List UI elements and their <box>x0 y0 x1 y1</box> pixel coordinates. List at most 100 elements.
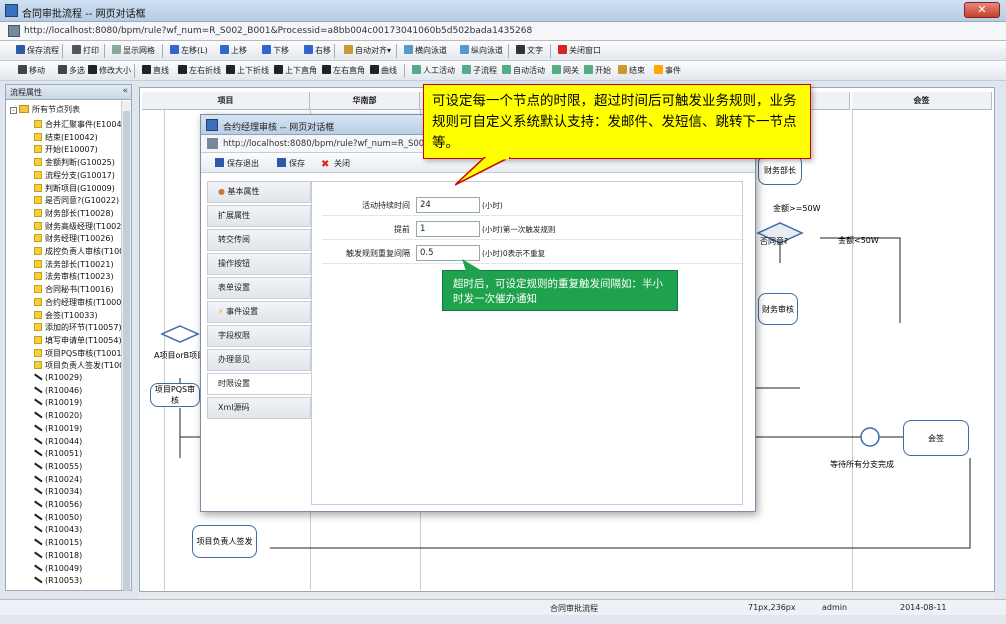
tree-node[interactable]: 会签(T10033) <box>34 310 98 321</box>
tree-node[interactable]: 添加的环节(T10057) <box>34 322 121 333</box>
merge-gateway[interactable] <box>860 427 880 447</box>
tree-scrollbar[interactable] <box>121 101 131 591</box>
expand-icon[interactable]: - <box>10 107 17 114</box>
tool-move-button[interactable]: 移动 <box>18 65 45 76</box>
box-finance-head[interactable]: 财务部长 <box>758 155 802 185</box>
dialog-tab-5[interactable]: ⚡ 事件设置 <box>207 301 311 323</box>
rule-line-icon <box>34 513 42 521</box>
tool-end-button[interactable]: 结束 <box>618 65 645 76</box>
tree-node[interactable]: 合约经理审核(T10008 <box>34 297 121 308</box>
tree-node[interactable]: (R10049) <box>34 564 82 573</box>
dialog-tab-1[interactable]: 扩展属性 <box>207 205 311 227</box>
dialog-tab-0[interactable]: ● 基本属性 <box>207 181 311 203</box>
tree-node[interactable]: (R10019) <box>34 398 82 407</box>
tool-close-window-button[interactable]: 关闭窗口 <box>558 45 601 56</box>
tree-node[interactable]: 项目负责人签发(T100 <box>34 360 121 371</box>
tree-node[interactable]: (R10046) <box>34 386 82 395</box>
window-close-button[interactable]: ✕ <box>964 2 1000 18</box>
tool-print-button[interactable]: 打印 <box>72 45 99 56</box>
tree-node[interactable]: 合并汇聚事件(E10045 <box>34 119 121 130</box>
field-input[interactable]: 1 <box>416 221 480 237</box>
box-legal-review[interactable]: 财务审核 <box>758 293 798 325</box>
close-button[interactable]: ✖ 关闭 <box>321 158 350 170</box>
tool-sub-flow-button[interactable]: 子流程 <box>462 65 497 76</box>
tool-start-button[interactable]: 开始 <box>584 65 611 76</box>
tool-ud-fold-button[interactable]: 上下折线 <box>226 65 269 76</box>
tree-node[interactable]: (R10055) <box>34 462 82 471</box>
tool-left-fold-button[interactable]: 左右折线 <box>178 65 221 76</box>
lightning-icon: ⚡ <box>218 307 227 316</box>
tool-multi-select-button[interactable]: 多选 <box>58 65 85 76</box>
tool-text-button[interactable]: 文字 <box>516 45 543 56</box>
tree-node[interactable]: 开始(E10007) <box>34 144 98 155</box>
tree-node[interactable]: (R10015) <box>34 538 82 547</box>
tree-node[interactable]: 财务部长(T10028) <box>34 208 114 219</box>
dialog-tab-9[interactable]: Xml源码 <box>207 397 311 419</box>
tool-ud-right-button[interactable]: 上下直角 <box>274 65 317 76</box>
tree-node[interactable]: 财务高级经理(T10027 <box>34 221 121 232</box>
dialog-tab-7[interactable]: 办理意见 <box>207 349 311 371</box>
tree-node[interactable]: (R10051) <box>34 449 82 458</box>
tree-node[interactable]: (R10044) <box>34 437 82 446</box>
tool-event-button[interactable]: 事件 <box>654 65 681 76</box>
tool-lr-right-button[interactable]: 左右直角 <box>322 65 365 76</box>
save-exit-button[interactable]: 保存退出 <box>215 158 259 169</box>
tree-node[interactable]: 项目PQS审核(T10010 <box>34 348 121 359</box>
tool-v-lane-button[interactable]: 纵向泳道 <box>460 45 503 56</box>
tool-show-grid-button[interactable]: 显示网格 <box>112 45 155 56</box>
tool-resize-button[interactable]: 修改大小 <box>88 65 131 76</box>
tree-node[interactable]: 金额判断(G10025) <box>34 157 115 168</box>
field-input[interactable]: 24 <box>416 197 480 213</box>
tool-move-up-button[interactable]: 上移 <box>220 45 247 56</box>
tool-auto-activity-button[interactable]: 自动活动 <box>502 65 545 76</box>
dialog-tab-8[interactable]: 时限设置 <box>207 373 311 395</box>
label-amount-lt: 金额<50W <box>838 236 879 245</box>
tree-node[interactable]: 结束(E10042) <box>34 132 98 143</box>
tree-node[interactable]: 是否同意?(G10022) <box>34 195 119 206</box>
v-lane-icon <box>460 45 469 54</box>
tree-node[interactable]: (R10024) <box>34 475 82 484</box>
dialog-tab-6[interactable]: 字段权限 <box>207 325 311 347</box>
tool-h-lane-button[interactable]: 横向泳道 <box>404 45 447 56</box>
box-project-sign[interactable]: 项目负责人签发 <box>192 525 257 558</box>
gateway-icon <box>552 65 561 74</box>
tree-node[interactable]: (R10018) <box>34 551 82 560</box>
dialog-tab-3[interactable]: 操作按钮 <box>207 253 311 275</box>
tree-node[interactable]: (R10034) <box>34 487 82 496</box>
canvas-h-scrollbar[interactable] <box>139 592 995 599</box>
tool-auto-align-button[interactable]: 自动对齐▾ <box>344 45 391 56</box>
tree-node[interactable]: 流程分支(G10017) <box>34 170 115 181</box>
tree-node[interactable]: (R10019) <box>34 424 82 433</box>
tree-node[interactable]: (R10053) <box>34 576 82 585</box>
tree-node[interactable]: (R10020) <box>34 411 82 420</box>
tree-node[interactable]: (R10056) <box>34 500 82 509</box>
save-button[interactable]: 保存 <box>277 158 305 169</box>
save-icon <box>215 158 224 167</box>
tool-manual-activity-button[interactable]: 人工活动 <box>412 65 455 76</box>
tree-root[interactable]: - 所有节点列表 <box>10 104 80 115</box>
dialog-tab-4[interactable]: 表单设置 <box>207 277 311 299</box>
tool-align-left-button[interactable]: 左移(L) <box>170 45 208 56</box>
rule-line-icon <box>34 437 42 445</box>
tree-node[interactable]: (R10050) <box>34 513 82 522</box>
tool-save-flow-button[interactable]: 保存流程 <box>16 45 59 56</box>
folder-icon <box>19 105 29 113</box>
tree-node[interactable]: 判断项目(G10009) <box>34 183 115 194</box>
tree-node[interactable]: 法务审核(T10023) <box>34 271 114 282</box>
tree-node[interactable]: (R10029) <box>34 373 82 382</box>
tree-node[interactable]: 合同秘书(T10016) <box>34 284 114 295</box>
tool-curve-button[interactable]: 曲线 <box>370 65 397 76</box>
tree-node[interactable]: 财务经理(T10026) <box>34 233 114 244</box>
tree-node[interactable]: 成控负责人审核(T100 <box>34 246 121 257</box>
box-pqs-review[interactable]: 项目PQS审核 <box>150 383 200 407</box>
tool-line-button[interactable]: 直线 <box>142 65 169 76</box>
collapse-icon[interactable]: « <box>122 86 128 96</box>
dialog-tab-2[interactable]: 转交传阅 <box>207 229 311 251</box>
tree-node[interactable]: 法务部长(T10021) <box>34 259 114 270</box>
tool-move-down-button[interactable]: 下移 <box>262 45 289 56</box>
tree-node[interactable]: 填写申请单(T10054) <box>34 335 121 346</box>
tool-gateway-button[interactable]: 网关 <box>552 65 579 76</box>
tree-node[interactable]: (R10043) <box>34 525 82 534</box>
tool-move-right-button[interactable]: 右移 <box>304 45 331 56</box>
box-countersign[interactable]: 会签 <box>903 420 969 456</box>
